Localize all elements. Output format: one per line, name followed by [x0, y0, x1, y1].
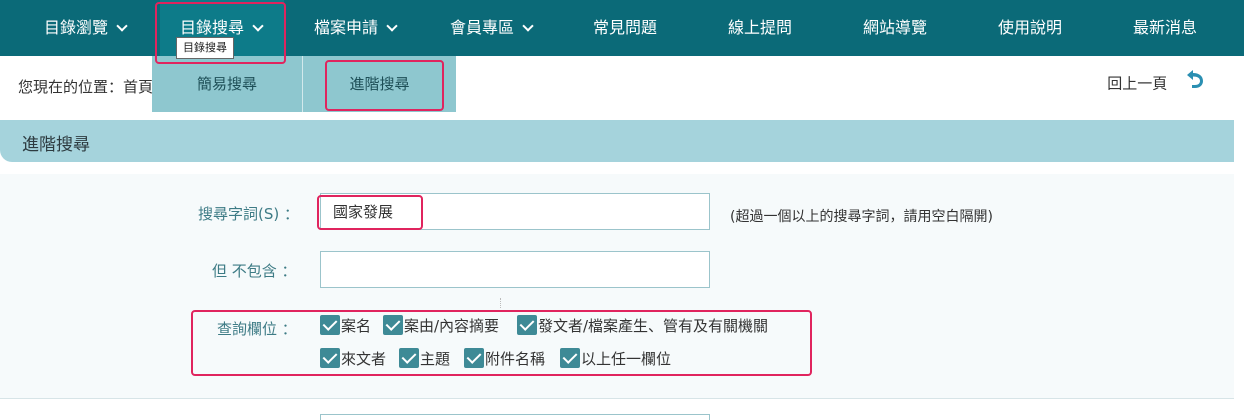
checkbox-checked-icon — [517, 314, 537, 335]
checkbox-checked-icon — [383, 314, 403, 335]
checkbox-label: 案名 — [341, 317, 372, 335]
nav-item-label: 目錄搜尋 — [180, 18, 245, 37]
breadcrumb-prefix: 您現在的位置： — [18, 78, 124, 96]
nav-item-user-guide[interactable]: 使用說明 — [998, 0, 1062, 56]
checkbox-checked-icon — [464, 347, 484, 368]
checkbox-label: 發文者/檔案產生、管有及有關機關 — [538, 317, 769, 335]
checkbox-case-name[interactable]: 案名 — [320, 314, 372, 337]
search-submenu: 簡易搜尋 進階搜尋 — [152, 56, 456, 112]
nav-item-label: 使用說明 — [998, 18, 1063, 37]
nav-item-catalog-browse[interactable]: 目錄瀏覽 — [44, 0, 128, 56]
breadcrumb-home-link[interactable]: 首頁 — [123, 78, 153, 96]
nav-item-member-area[interactable]: 會員專區 — [450, 0, 534, 56]
checkbox-sender-agency[interactable]: 發文者/檔案產生、管有及有關機關 — [517, 314, 769, 337]
back-link[interactable]: 回上一頁 — [1107, 70, 1206, 96]
nav-item-label: 目錄瀏覽 — [44, 18, 109, 37]
search-term-label: 搜尋字詞(S) ： — [198, 205, 299, 223]
chevron-down-icon — [252, 20, 264, 32]
query-fields-label: 查詢欄位 ： — [217, 320, 297, 338]
checkbox-label: 主題 — [420, 350, 451, 368]
exclude-term-input[interactable] — [320, 251, 710, 288]
nav-item-latest-news[interactable]: 最新消息 — [1133, 0, 1197, 56]
submenu-advanced-search[interactable]: 進階搜尋 — [303, 56, 456, 112]
checkbox-attachment-name[interactable]: 附件名稱 — [464, 347, 546, 370]
checkbox-checked-icon — [320, 347, 340, 368]
chevron-down-icon — [386, 20, 398, 32]
nav-item-faq[interactable]: 常見問題 — [593, 0, 657, 56]
nav-item-online-question[interactable]: 線上提問 — [728, 0, 792, 56]
checkbox-label: 來文者 — [341, 350, 387, 368]
search-term-input[interactable] — [320, 193, 710, 230]
nav-item-label: 最新消息 — [1133, 18, 1198, 37]
section-title: 進階搜尋 — [22, 135, 90, 155]
nav-item-site-map[interactable]: 網站導覽 — [863, 0, 927, 56]
breadcrumb: 您現在的位置：首頁 — [18, 76, 153, 97]
section-header: 進階搜尋 — [0, 120, 1234, 162]
chevron-down-icon — [116, 20, 128, 32]
nav-item-label: 會員專區 — [450, 18, 515, 37]
checkbox-label: 附件名稱 — [485, 350, 546, 368]
checkbox-summary[interactable]: 案由/內容摘要 — [383, 314, 500, 337]
checkbox-receiver[interactable]: 來文者 — [320, 347, 387, 370]
nav-tooltip: 目錄搜尋 — [176, 37, 234, 59]
nav-item-label: 網站導覽 — [863, 18, 928, 37]
next-field-input[interactable] — [320, 414, 710, 420]
search-hint: (超過一個以上的搜尋字詞，請用空白隔開) — [730, 209, 993, 225]
checkbox-subject[interactable]: 主題 — [399, 347, 451, 370]
checkbox-checked-icon — [560, 347, 580, 368]
checkbox-label: 以上任一欄位 — [581, 350, 672, 368]
back-link-label: 回上一頁 — [1107, 74, 1168, 93]
chevron-down-icon — [522, 20, 534, 32]
dotted-separator — [500, 298, 501, 308]
checkbox-checked-icon — [399, 347, 419, 368]
exclude-term-label: 但 不包含 ： — [212, 262, 297, 280]
nav-item-label: 線上提問 — [728, 18, 793, 37]
nav-item-file-application[interactable]: 檔案申請 — [314, 0, 398, 56]
form-divider — [0, 398, 1234, 399]
checkbox-checked-icon — [320, 314, 340, 335]
checkbox-label: 案由/內容摘要 — [404, 317, 500, 335]
back-arrow-icon — [1187, 70, 1203, 88]
submenu-simple-search[interactable]: 簡易搜尋 — [152, 56, 302, 112]
nav-item-label: 常見問題 — [593, 18, 658, 37]
nav-item-label: 檔案申請 — [314, 18, 379, 37]
checkbox-any-field[interactable]: 以上任一欄位 — [560, 347, 672, 370]
